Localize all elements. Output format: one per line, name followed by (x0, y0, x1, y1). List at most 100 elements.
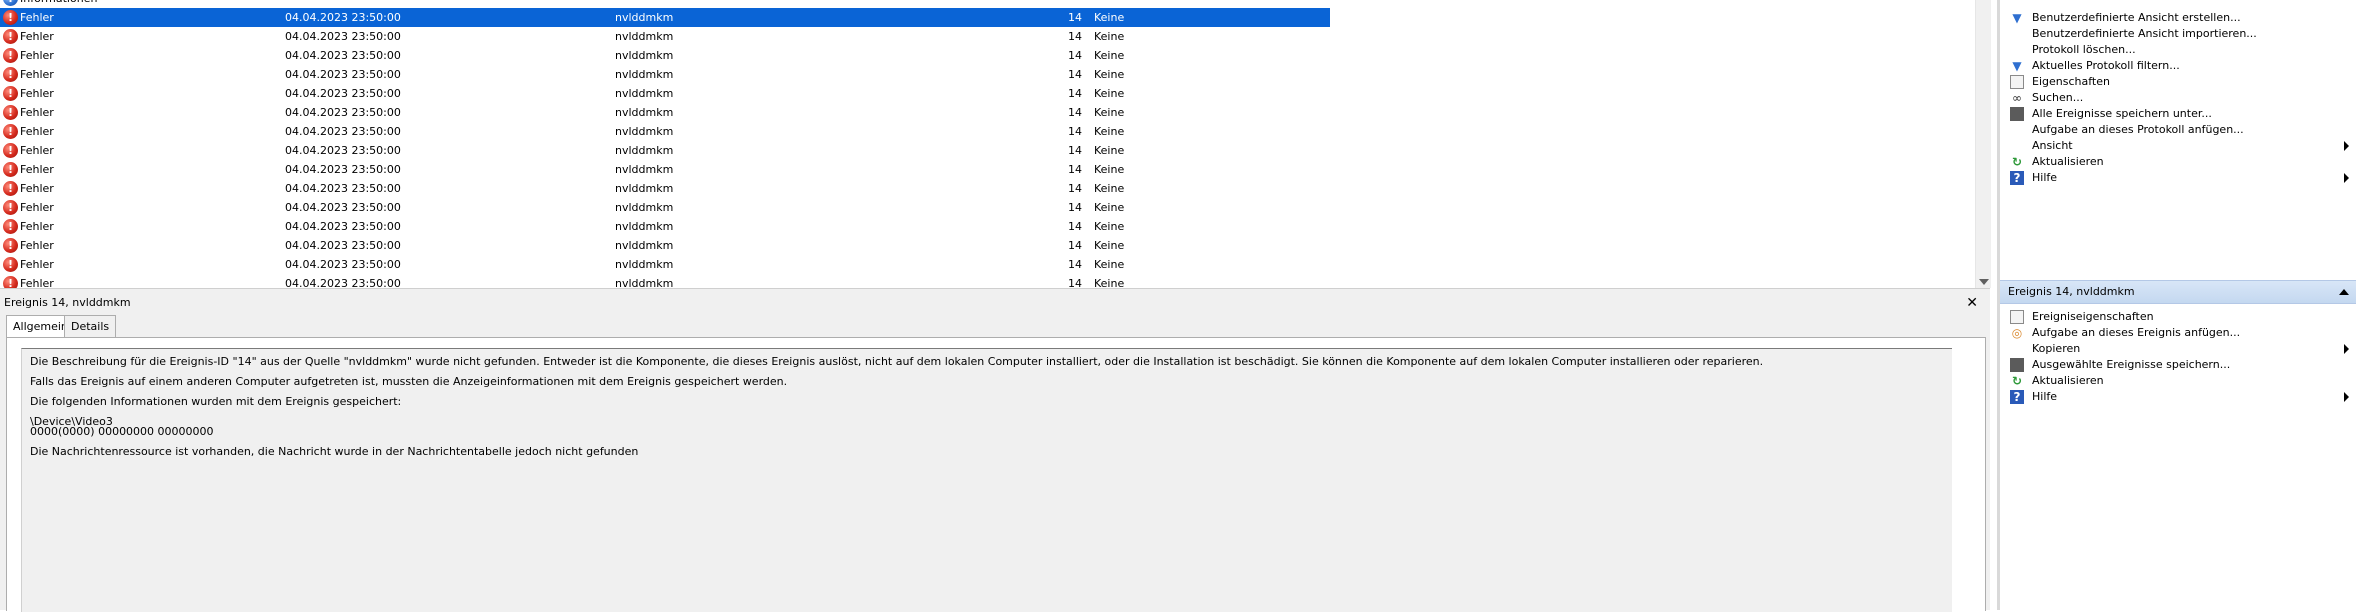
source-cell: nvlddmkm (615, 144, 674, 157)
description-line: Die Nachrichtenressource ist vorhanden, … (30, 445, 639, 458)
level-cell: Fehler (20, 30, 54, 43)
category-cell: Keine (1094, 277, 1125, 288)
error-icon: ! (3, 29, 18, 44)
event-id-cell: 14 (1068, 201, 1082, 214)
category-cell: Keine (1094, 125, 1125, 138)
level-cell: Fehler (20, 220, 54, 233)
event-id-cell: 14 (1068, 220, 1082, 233)
error-icon: ! (3, 67, 18, 82)
event-id-cell: 14 (1068, 239, 1082, 252)
action-item[interactable]: ? Hilfe (2000, 386, 2356, 408)
error-icon: ! (3, 105, 18, 120)
table-row[interactable]: ! Fehler 04.04.2023 23:50:00 nvlddmkm 14 Kein… (0, 8, 1330, 27)
category-cell: Keine (1094, 144, 1125, 157)
date-cell: 04.04.2023 23:50:00 (285, 68, 401, 81)
date-cell: 04.04.2023 23:50:00 (285, 11, 401, 24)
level-cell: Fehler (20, 49, 54, 62)
level-cell: Fehler (20, 106, 54, 119)
main-area: i Informationen !Fehler04.04.2023 23:50:… (0, 0, 1991, 612)
date-cell: 04.04.2023 23:50:00 (285, 125, 401, 138)
event-description[interactable]: Die Beschreibung für die Ereignis-ID "14… (21, 348, 1952, 612)
level-cell: Fehler (20, 201, 54, 214)
table-row[interactable]: ! Fehler 04.04.2023 23:50:00 nvlddmkm 14 Kein… (0, 103, 1330, 122)
source-cell: nvlddmkm (615, 68, 674, 81)
date-cell: 04.04.2023 23:50:00 (285, 220, 401, 233)
source-cell: nvlddmkm (615, 30, 674, 43)
category-cell: Keine (1094, 87, 1125, 100)
event-actions-title: Ereignis 14, nvlddmkm (2008, 285, 2135, 298)
level-cell: Fehler (20, 277, 54, 288)
event-list-scrollbar[interactable] (1975, 0, 1991, 288)
level-cell: Fehler (20, 11, 54, 24)
error-icon: ! (3, 181, 18, 196)
table-row[interactable]: ! Fehler 04.04.2023 23:50:00 nvlddmkm 14 Kein… (0, 160, 1330, 179)
source-cell: nvlddmkm (615, 106, 674, 119)
error-icon: ! (3, 48, 18, 63)
event-id-cell: 14 (1068, 87, 1082, 100)
scroll-down-icon[interactable] (1979, 279, 1989, 285)
table-row[interactable]: ! Fehler 04.04.2023 23:50:00 nvlddmkm 14 Kein… (0, 46, 1330, 65)
date-cell: 04.04.2023 23:50:00 (285, 87, 401, 100)
event-id-cell: 14 (1068, 125, 1082, 138)
level-cell: Fehler (20, 68, 54, 81)
action-item[interactable]: ? Hilfe (2000, 167, 2356, 189)
table-row[interactable]: ! Fehler 04.04.2023 23:50:00 nvlddmkm 14 Kein… (0, 122, 1330, 141)
tab-details[interactable]: Details (64, 315, 117, 337)
level-cell: Fehler (20, 87, 54, 100)
table-row[interactable]: ! Fehler 04.04.2023 23:50:00 nvlddmkm 14 Kein… (0, 255, 1330, 274)
error-icon: ! (3, 162, 18, 177)
level-cell: Fehler (20, 239, 54, 252)
category-cell: Keine (1094, 68, 1125, 81)
event-id-cell: 14 (1068, 49, 1082, 62)
tab-body: Die Beschreibung für die Ereignis-ID "14… (6, 337, 1986, 612)
error-icon: ! (3, 219, 18, 234)
date-cell: 04.04.2023 23:50:00 (285, 144, 401, 157)
error-icon: ! (3, 238, 18, 253)
collapse-icon[interactable] (2339, 289, 2349, 295)
event-detail-pane: Ereignis 14, nvlddmkm ✕ Allgemein Detail… (0, 293, 1990, 612)
date-cell: 04.04.2023 23:50:00 (285, 239, 401, 252)
source-cell: nvlddmkm (615, 87, 674, 100)
table-row[interactable]: ! Fehler 04.04.2023 23:50:00 nvlddmkm 14 Kein… (0, 141, 1330, 160)
event-id-cell: 14 (1068, 106, 1082, 119)
category-cell: Keine (1094, 163, 1125, 176)
event-list[interactable]: i Informationen !Fehler04.04.2023 23:50:… (0, 0, 1975, 288)
event-actions-header[interactable]: Ereignis 14, nvlddmkm (2000, 280, 2356, 304)
level-cell: Fehler (20, 258, 54, 271)
error-icon: ! (3, 86, 18, 101)
date-cell: 04.04.2023 23:50:00 (285, 106, 401, 119)
table-row[interactable]: ! Fehler 04.04.2023 23:50:00 nvlddmkm 14 Kein… (0, 65, 1330, 84)
error-icon: ! (3, 200, 18, 215)
table-row[interactable]: ! Fehler 04.04.2023 23:50:00 nvlddmkm 14 Kein… (0, 84, 1330, 103)
event-id-cell: 14 (1068, 68, 1082, 81)
date-cell: 04.04.2023 23:50:00 (285, 182, 401, 195)
help-icon: ? (2010, 171, 2024, 185)
table-row[interactable]: ! Fehler 04.04.2023 23:50:00 nvlddmkm 14 Kein… (0, 274, 1330, 288)
source-cell: nvlddmkm (615, 201, 674, 214)
source-cell: nvlddmkm (615, 182, 674, 195)
level-cell: Informationen (20, 0, 97, 8)
category-cell: Keine (1094, 30, 1125, 43)
submenu-arrow-icon (2344, 392, 2349, 402)
source-cell: nvlddmkm (615, 277, 674, 288)
error-icon: ! (3, 124, 18, 139)
event-id-cell: 14 (1068, 163, 1082, 176)
level-cell: Fehler (20, 182, 54, 195)
table-row[interactable]: ! Fehler 04.04.2023 23:50:00 nvlddmkm 14 Kein… (0, 27, 1330, 46)
category-cell: Keine (1094, 182, 1125, 195)
table-row[interactable]: ! Fehler 04.04.2023 23:50:00 nvlddmkm 14 Kein… (0, 217, 1330, 236)
table-row-partial[interactable]: i Informationen (0, 0, 1330, 8)
table-row[interactable]: ! Fehler 04.04.2023 23:50:00 nvlddmkm 14 Kein… (0, 179, 1330, 198)
category-cell: Keine (1094, 258, 1125, 271)
source-cell: nvlddmkm (615, 125, 674, 138)
table-row[interactable]: ! Fehler 04.04.2023 23:50:00 nvlddmkm 14 Kein… (0, 236, 1330, 255)
description-line: Die Beschreibung für die Ereignis-ID "14… (30, 355, 1764, 368)
close-icon[interactable]: ✕ (1966, 293, 1978, 313)
error-icon: ! (3, 257, 18, 272)
source-cell: nvlddmkm (615, 220, 674, 233)
info-icon: i (3, 0, 18, 6)
event-id-cell: 14 (1068, 182, 1082, 195)
date-cell: 04.04.2023 23:50:00 (285, 258, 401, 271)
table-row[interactable]: ! Fehler 04.04.2023 23:50:00 nvlddmkm 14 Kein… (0, 198, 1330, 217)
event-id-cell: 14 (1068, 30, 1082, 43)
